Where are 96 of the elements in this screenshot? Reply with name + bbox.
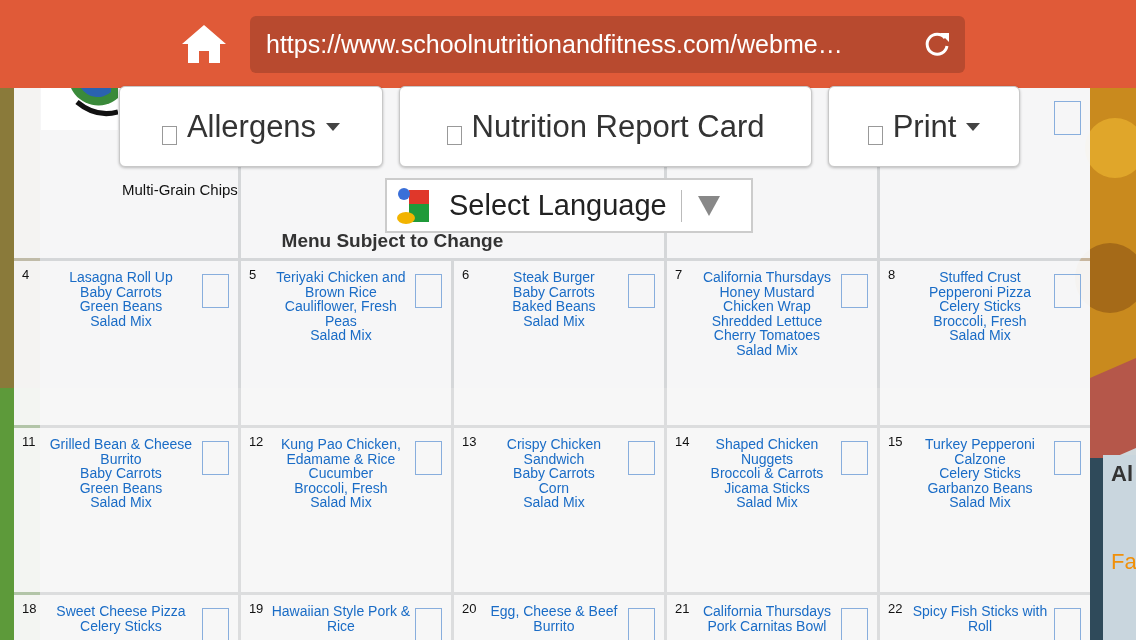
toolbar-button[interactable]: Nutrition Report Card	[399, 86, 812, 167]
day-number: 13	[461, 434, 477, 449]
day-number: 20	[461, 601, 477, 616]
day-number: 7	[674, 267, 683, 282]
menu-item[interactable]: Teriyaki Chicken and Brown Rice	[270, 270, 411, 299]
day-checkbox[interactable]	[201, 608, 229, 640]
menu-item[interactable]: Salad Mix	[736, 495, 798, 510]
menu-item[interactable]: Green Beans	[79, 480, 163, 495]
menu-item[interactable]: Salad Mix	[310, 328, 372, 343]
menu-item[interactable]: Celery Sticks	[939, 466, 1021, 481]
day-checkbox[interactable]	[414, 274, 442, 308]
day-number: 6	[461, 267, 470, 282]
menu-item[interactable]: Honey Mustard Chicken Wrap	[696, 284, 837, 314]
menu-item[interactable]: Cauliflower, Fresh Peas	[270, 299, 411, 328]
menu-item[interactable]: Salad Mix	[90, 313, 152, 328]
menu-item[interactable]: Spicy Fish Sticks with Roll	[909, 604, 1050, 633]
day-checkbox[interactable]	[840, 608, 868, 640]
day-checkbox[interactable]	[627, 274, 655, 308]
toolbar-button[interactable]: Allergens	[119, 86, 383, 167]
menu-item[interactable]: Grilled Bean & Cheese Burrito	[44, 437, 198, 466]
language-select[interactable]: Select Language	[385, 178, 753, 233]
menu-item[interactable]: Salad Mix	[523, 313, 585, 328]
toolbar-button[interactable]: Print	[828, 86, 1020, 167]
menu-item[interactable]: Stuffed Crust Pepperoni Pizza	[909, 270, 1050, 299]
caret-icon	[966, 122, 981, 131]
menu-item[interactable]: Salad Mix	[523, 495, 585, 510]
caret-icon	[326, 122, 341, 131]
day-checkbox[interactable]	[627, 608, 655, 640]
day-checkbox[interactable]	[201, 274, 229, 308]
menu-item[interactable]: Jicama Sticks	[724, 480, 810, 495]
day-number: 11	[22, 434, 36, 449]
url-text: https://www.schoolnutritionandfitness.com/webme…	[266, 29, 844, 59]
menu-item[interactable]: Celery Sticks	[939, 299, 1021, 314]
menu-item[interactable]: Turkey Pepperoni Calzone	[909, 437, 1050, 466]
day-number: 8	[887, 267, 896, 282]
day-checkbox[interactable]	[1054, 608, 1081, 640]
menu-item[interactable]: California Thursdays	[702, 604, 831, 619]
menu-item[interactable]: Lasagna Roll Up	[69, 270, 173, 285]
day-checkbox[interactable]	[414, 441, 442, 475]
menu-item[interactable]: Shaped Chicken Nuggets	[696, 437, 837, 466]
menu-item[interactable]: Salad Mix	[736, 342, 798, 357]
day-checkbox[interactable]	[1054, 441, 1081, 475]
day-number: 5	[248, 267, 257, 282]
day-checkbox[interactable]	[1054, 101, 1081, 135]
menu-item[interactable]: Broccoli, Fresh	[294, 480, 388, 495]
menu-item[interactable]: Broccoli, Fresh	[933, 313, 1027, 328]
menu-item[interactable]: Salad Mix	[949, 495, 1011, 510]
day-number: 21	[674, 601, 690, 616]
menu-item[interactable]: Corn	[538, 480, 570, 495]
menu-item[interactable]: Crispy Chicken Sandwich	[483, 437, 624, 466]
menu-item[interactable]: Sweet Cheese Pizza	[56, 604, 186, 619]
menu-item[interactable]: Kung Pao Chicken, Edamame & Rice	[270, 437, 411, 466]
day-number: 14	[674, 434, 690, 449]
menu-item[interactable]: California Thursdays	[702, 270, 831, 285]
address-bar[interactable]: https://www.schoolnutritionandfitness.com/webme…	[250, 15, 965, 73]
menu-item[interactable]: Egg, Cheese & Beef Burrito	[483, 604, 624, 633]
menu-item[interactable]: Steak Burger	[513, 270, 595, 285]
day-checkbox[interactable]	[1054, 274, 1081, 308]
menu-item[interactable]: Broccoli & Carrots	[710, 466, 824, 481]
menu-item[interactable]: Baby Carrots	[80, 284, 162, 299]
panel-heading: Al	[1111, 461, 1134, 487]
menu-item[interactable]: Hawaiian Style Pork & Rice	[270, 604, 411, 633]
day-checkbox[interactable]	[840, 441, 868, 475]
option-checkbox[interactable]	[867, 126, 883, 145]
menu-item[interactable]: Salad Mix	[949, 328, 1011, 343]
day-number: 19	[248, 601, 264, 616]
day-checkbox[interactable]	[627, 441, 655, 475]
menu-item[interactable]: Cucumber	[308, 466, 374, 481]
day-checkbox[interactable]	[201, 441, 229, 475]
day-checkbox[interactable]	[840, 274, 868, 308]
day-number: 4	[22, 267, 30, 282]
dropdown-caret-icon	[697, 195, 720, 216]
menu-item[interactable]: Baby Carrots	[513, 466, 595, 481]
menu-item[interactable]: Baby Carrots	[513, 284, 595, 299]
day-number: 22	[887, 601, 903, 616]
home-icon[interactable]	[182, 25, 226, 63]
menu-item[interactable]: Salad Mix	[310, 495, 372, 510]
menu-item[interactable]: Baby Carrots	[80, 466, 162, 481]
menu-item[interactable]: Garbanzo Beans	[927, 480, 1033, 495]
menu-item[interactable]: Salad Mix	[90, 495, 152, 510]
menu-item[interactable]: Baked Beans	[512, 299, 596, 314]
option-checkbox[interactable]	[446, 126, 462, 145]
option-checkbox[interactable]	[161, 126, 177, 145]
day-number: 12	[248, 434, 264, 449]
day-number: 15	[887, 434, 903, 449]
language-label: Select Language	[449, 189, 667, 222]
translate-logo-icon	[395, 185, 431, 226]
day-checkbox[interactable]	[414, 608, 442, 640]
day-number: 18	[22, 601, 37, 616]
menu-item[interactable]: Celery Sticks	[80, 618, 162, 633]
menu-item[interactable]: Green Beans	[79, 299, 163, 314]
menu-item[interactable]: Pork Carnitas Bowl	[707, 618, 827, 633]
menu-item[interactable]: Cherry Tomatoes	[713, 328, 821, 343]
menu-item[interactable]: Shredded Lettuce	[711, 313, 823, 328]
menu-note: Menu Subject to Change	[281, 230, 504, 252]
reload-icon[interactable]	[923, 30, 951, 58]
